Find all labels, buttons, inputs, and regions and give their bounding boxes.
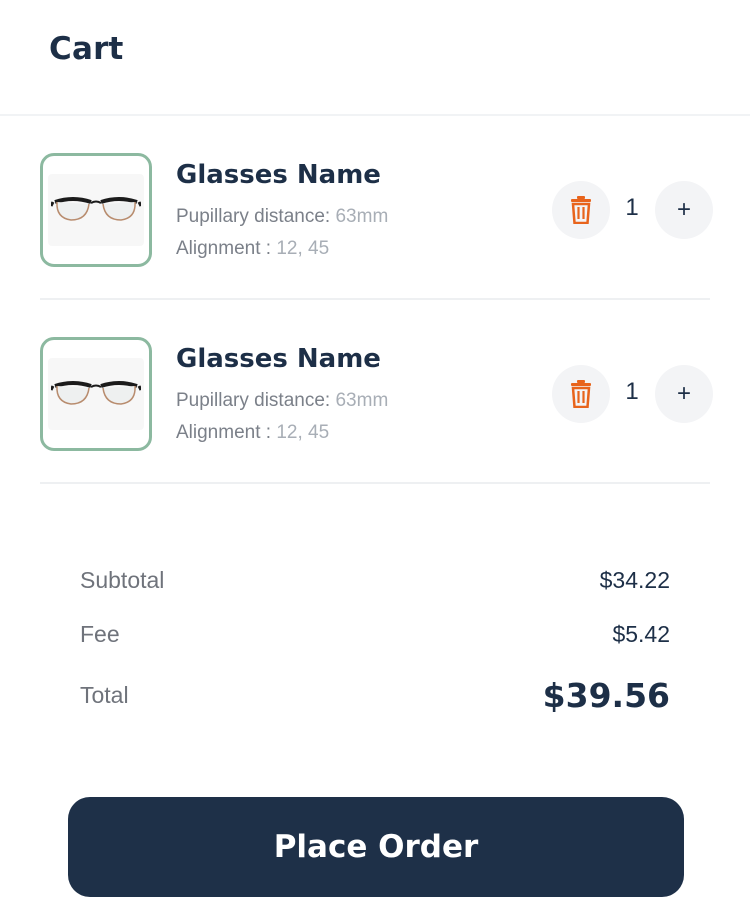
fee-label: Fee (80, 621, 120, 647)
quantity-value: 1 (625, 378, 639, 405)
fee-value: $5.42 (612, 621, 670, 647)
alignment: Alignment : 12, 45 (176, 422, 329, 444)
pd-label: Pupillary distance: (176, 206, 331, 227)
cart-screen: Cart Glasses Name Pupillary distance: 63… (0, 0, 750, 920)
alignment-value: 12, 45 (276, 422, 330, 443)
place-order-button[interactable]: Place Order (68, 797, 684, 897)
page-title: Cart (49, 31, 124, 67)
subtotal-label: Subtotal (80, 567, 165, 593)
cart-item: Glasses Name Pupillary distance: 63mm Al… (40, 300, 713, 484)
pd-label: Pupillary distance: (176, 390, 331, 411)
cart-item: Glasses Name Pupillary distance: 63mm Al… (40, 116, 713, 300)
delete-item-button[interactable] (552, 365, 610, 423)
pd-value: 63mm (335, 206, 389, 227)
trash-icon (571, 196, 591, 224)
delete-item-button[interactable] (552, 181, 610, 239)
total-value: $39.56 (542, 676, 670, 715)
trash-icon (571, 380, 591, 408)
pupillary-distance: Pupillary distance: 63mm (176, 206, 388, 228)
alignment-label: Alignment : (176, 422, 272, 443)
total-label: Total (80, 682, 129, 708)
product-thumbnail (40, 337, 152, 451)
eyeglasses-image (48, 174, 144, 246)
item-name: Glasses Name (176, 160, 381, 190)
increase-quantity-button[interactable]: + (655, 181, 713, 239)
alignment: Alignment : 12, 45 (176, 238, 329, 260)
header: Cart (0, 0, 750, 116)
pupillary-distance: Pupillary distance: 63mm (176, 390, 388, 412)
eyeglasses-image (48, 358, 144, 430)
alignment-value: 12, 45 (276, 238, 330, 259)
alignment-label: Alignment : (176, 238, 272, 259)
item-name: Glasses Name (176, 344, 381, 374)
product-thumbnail (40, 153, 152, 267)
subtotal-value: $34.22 (599, 567, 670, 593)
pd-value: 63mm (335, 390, 389, 411)
quantity-value: 1 (625, 194, 639, 221)
increase-quantity-button[interactable]: + (655, 365, 713, 423)
